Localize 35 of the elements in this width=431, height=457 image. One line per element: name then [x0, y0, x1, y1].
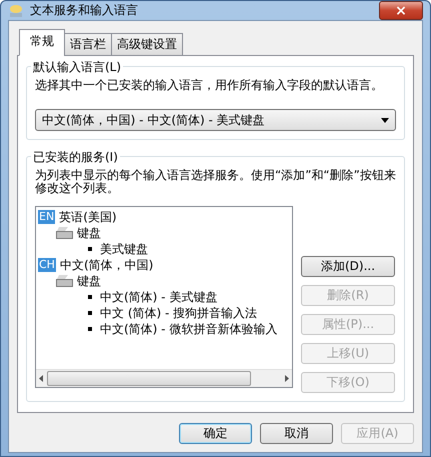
tree-item[interactable]: 中文(简体) - 微软拼音新体验输入 — [100, 320, 278, 338]
language-badge: EN — [38, 210, 56, 224]
tab[interactable]: 高级键设置 — [111, 33, 183, 56]
bullet-icon — [88, 247, 92, 251]
description-text: 为列表中显示的每个输入语言选择服务。使用“添加”和“删除”按钮来修改这个列表。 — [35, 169, 396, 195]
tree-item[interactable]: 美式键盘 — [100, 240, 148, 258]
services-tree[interactable]: EN 英语(美国) 键盘 美式键盘 CH 中文(简体，中国) 键盘 中文(简体) - 美式键盘 中文 (简体) - 搜狗拼音输入法 中文(简体) - 微软拼音新体验输入 — [35, 206, 293, 388]
keyboard-icon — [56, 275, 73, 287]
language-dropdown[interactable]: 中文(简体，中国) - 中文(简体) - 美式键盘 — [35, 109, 396, 131]
close-button[interactable]: × — [379, 1, 423, 20]
language-badge: CH — [38, 258, 56, 272]
window-title: 文本服务和输入语言 — [30, 2, 139, 19]
tree-item[interactable]: 键盘 — [77, 224, 101, 242]
group-title: 已安装的服务(I) — [31, 149, 120, 166]
bullet-icon — [88, 311, 92, 315]
tab[interactable]: 语言栏 — [64, 33, 112, 56]
tab[interactable]: 常规 — [19, 29, 65, 56]
tree-item[interactable]: 中文(简体) - 美式键盘 — [100, 288, 218, 306]
description-text: 选择其中一个已安装的输入语言，用作所有输入字段的默认语言。 — [35, 79, 384, 92]
bullet-icon — [88, 327, 92, 331]
tree-item[interactable]: 英语(美国) — [59, 208, 117, 226]
caret-icon — [381, 118, 389, 122]
bullet-icon — [88, 295, 92, 299]
dialog-button[interactable]: 确定 — [179, 423, 252, 444]
app-icon — [8, 2, 24, 18]
scroll-right-icon[interactable] — [285, 375, 289, 382]
tree-item[interactable]: 中文 (简体) - 搜狗拼音输入法 — [100, 304, 258, 322]
keyboard-icon — [56, 227, 73, 239]
tree-item[interactable]: 键盘 — [77, 272, 101, 290]
tree-item[interactable]: 中文(简体，中国) — [60, 256, 154, 274]
scroll-left-icon[interactable] — [39, 375, 43, 382]
dialog-button[interactable]: 取消 — [260, 423, 333, 444]
service-button[interactable]: 添加(D)... — [301, 256, 395, 277]
group-title: 默认输入语言(L) — [31, 59, 124, 76]
horizontal-scrollbar[interactable] — [36, 369, 292, 387]
